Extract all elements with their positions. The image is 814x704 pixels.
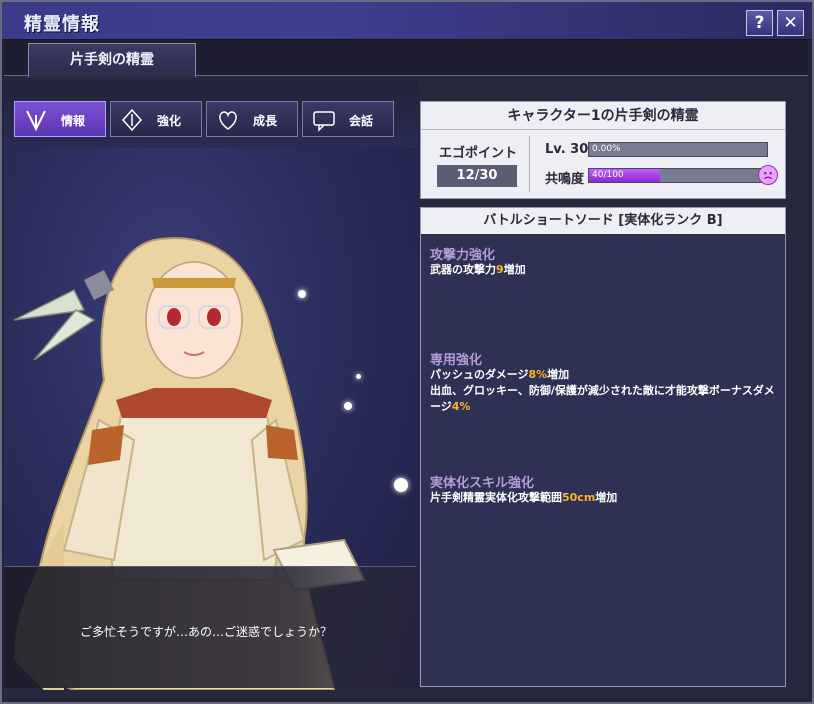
enhance-icon bbox=[121, 108, 143, 132]
divider bbox=[529, 136, 530, 192]
section-title-attack: 攻撃力強化 bbox=[430, 248, 496, 263]
close-button[interactable]: ✕ bbox=[777, 10, 804, 36]
menu-button-enhance[interactable]: 強化 bbox=[110, 101, 202, 137]
menu-button-info[interactable]: 情報 bbox=[14, 101, 106, 137]
dialog-box[interactable]: ご多忙そうですが…あの…ご迷惑でしょうか？ bbox=[4, 566, 416, 688]
menu-button-label: 情報 bbox=[61, 114, 86, 128]
help-button[interactable]: ? bbox=[746, 10, 773, 36]
ego-point-value: 12/30 bbox=[437, 165, 517, 187]
weapon-effects-panel: バトルショートソード [実体化ランク B] 攻撃力強化 武器の攻撃力9増加 専用… bbox=[420, 207, 786, 687]
effect-value: 4% bbox=[451, 400, 471, 413]
spirit-status-panel: キャラクター1の片手剣の精霊 エゴポイント 12/30 Lv. 30 0.00%… bbox=[420, 101, 786, 199]
section-body-attack: 武器の攻撃力9増加 bbox=[430, 262, 780, 278]
section-title-materialize: 実体化スキル強化 bbox=[430, 476, 535, 491]
resonance-progress-bar: 40/100 bbox=[588, 168, 768, 183]
menu-button-label: 強化 bbox=[157, 114, 182, 128]
chat-icon bbox=[313, 111, 335, 132]
ego-point-label: エゴポイント bbox=[439, 146, 518, 161]
effect-value: 9 bbox=[496, 263, 504, 276]
effect-value: 8% bbox=[528, 368, 548, 381]
window-title: 精霊情報 bbox=[24, 14, 100, 35]
section-body-materialize: 片手剣精霊実体化攻撃範囲50cm増加 bbox=[430, 490, 780, 506]
level-progress-bar: 0.00% bbox=[588, 142, 768, 157]
resonance-label: 共鳴度 bbox=[545, 172, 585, 187]
section-title-exclusive: 専用強化 bbox=[430, 353, 483, 368]
tab-one-handed-sword-spirit[interactable]: 片手剣の精霊 bbox=[28, 43, 196, 77]
dialog-text: ご多忙そうですが…あの…ご迷惑でしょうか？ bbox=[80, 625, 333, 639]
tab-strip: 片手剣の精霊 bbox=[4, 40, 808, 77]
effect-value: 50cm bbox=[562, 491, 596, 504]
menu-button-chat[interactable]: 会話 bbox=[302, 101, 394, 137]
effect-text: パッシュのダメージ bbox=[430, 368, 529, 381]
growth-icon bbox=[219, 111, 237, 130]
level-progress-text: 0.00% bbox=[592, 144, 621, 154]
menu-button-growth[interactable]: 成長 bbox=[206, 101, 298, 137]
level-label: Lv. 30 bbox=[545, 142, 589, 157]
effect-text: 武器の攻撃力 bbox=[430, 263, 496, 276]
resonance-progress-text: 40/100 bbox=[592, 170, 624, 180]
weapon-name: バトルショートソード [実体化ランク B] bbox=[421, 208, 785, 234]
effect-suffix: 増加 bbox=[503, 263, 526, 276]
effect-suffix: 増加 bbox=[595, 491, 618, 504]
section-body-exclusive: パッシュのダメージ8%増加 出血、グロッキー、防御/保護が減少された敵に才能攻撃… bbox=[430, 367, 780, 415]
effect-text: 出血、グロッキー、防御/保護が減少された敵に才能攻撃ボーナスダメージ bbox=[430, 384, 775, 413]
menu-button-label: 会話 bbox=[349, 114, 374, 128]
effect-text: 片手剣精霊実体化攻撃範囲 bbox=[430, 491, 562, 504]
sad-face-icon bbox=[758, 165, 778, 185]
menu-button-label: 成長 bbox=[253, 114, 278, 128]
effect-suffix: 増加 bbox=[547, 368, 570, 381]
info-icon bbox=[26, 110, 46, 132]
title-bar[interactable]: 精霊情報 ? ✕ bbox=[2, 2, 812, 40]
spirit-name: キャラクター1の片手剣の精霊 bbox=[421, 102, 785, 130]
